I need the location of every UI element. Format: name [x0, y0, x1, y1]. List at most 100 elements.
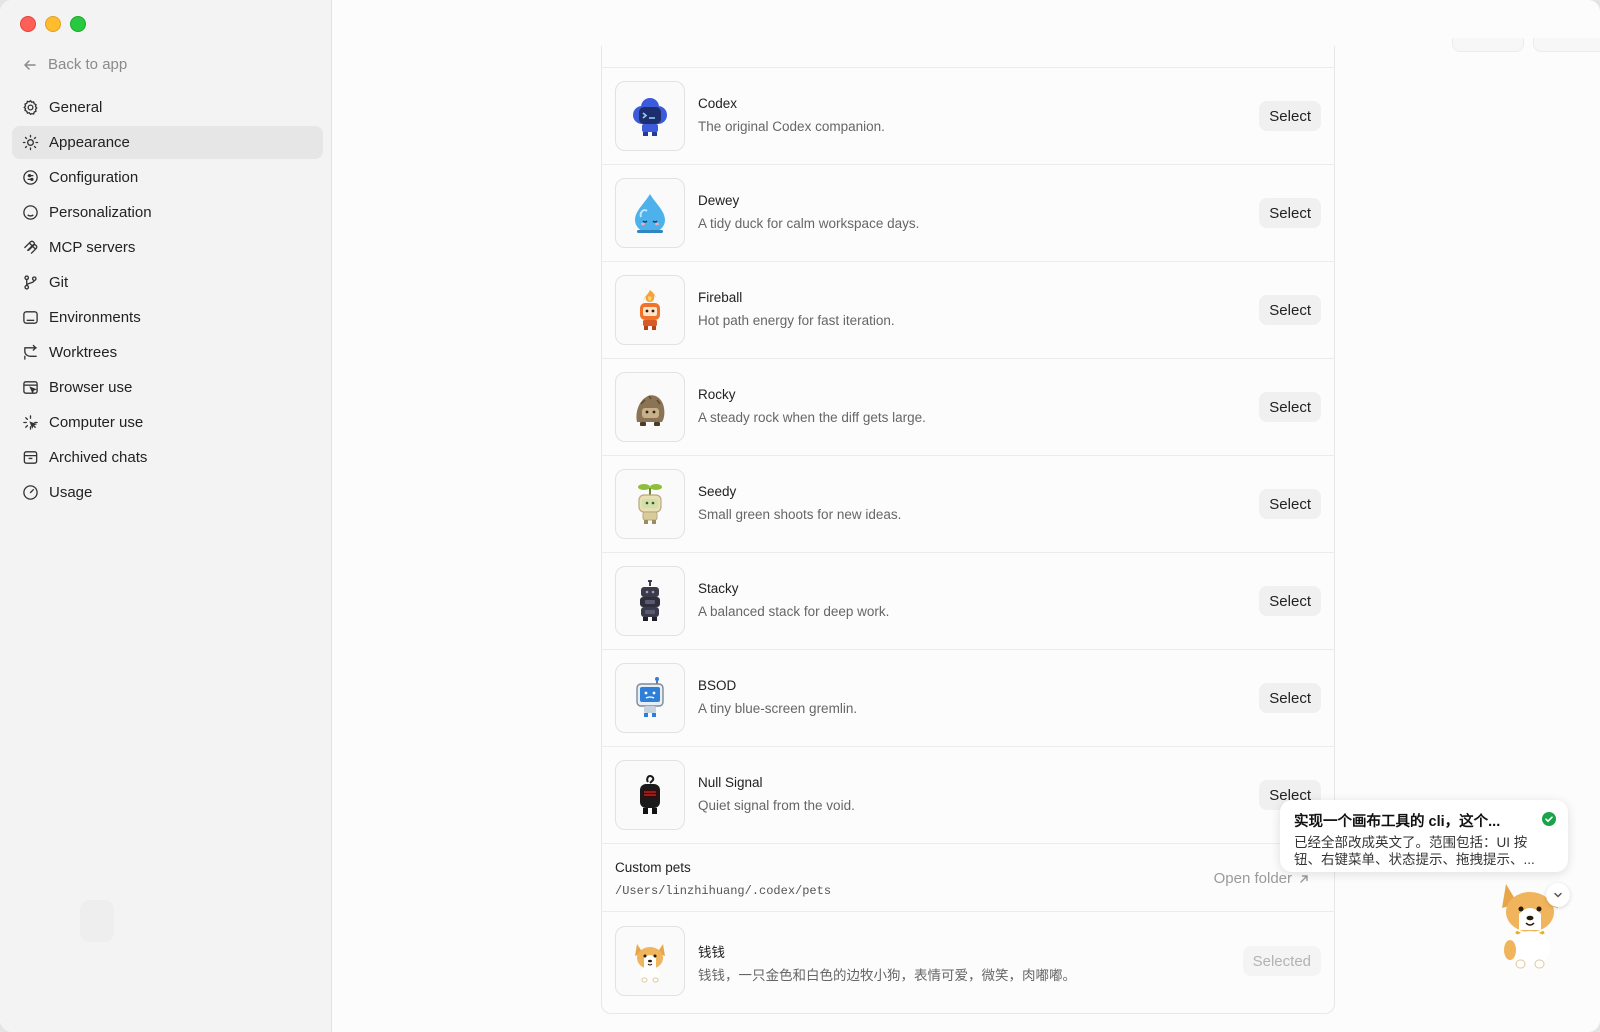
sidebar-item-general[interactable]: General [12, 91, 323, 124]
pet-description: A tiny blue-screen gremlin. [698, 701, 858, 716]
sidebar-item-appearance[interactable]: Appearance [12, 126, 323, 159]
pet-row-null-signal: Null Signal Quiet signal from the void. … [602, 746, 1334, 843]
pet-thumbnail [615, 663, 685, 733]
pet-description: The original Codex companion. [698, 119, 885, 134]
sun-icon [22, 134, 39, 151]
git-branch-icon [24, 275, 37, 290]
pet-description: A balanced stack for deep work. [698, 604, 890, 619]
pet-name: Fireball [698, 290, 743, 305]
worktree-icon [24, 344, 37, 360]
sidebar-item-label: Usage [49, 484, 93, 501]
pet-thumbnail [615, 566, 685, 636]
pet-name: BSOD [698, 678, 737, 693]
pet-thumbnail [615, 275, 685, 345]
clipped-button[interactable] [1452, 38, 1524, 52]
sidebar-item-mcp-servers[interactable]: MCP servers [12, 231, 323, 264]
selected-pet-button[interactable]: Selected [1242, 946, 1321, 976]
pet-description: Quiet signal from the void. [698, 798, 855, 813]
select-pet-button[interactable]: Select [1259, 295, 1321, 325]
user-circle-icon [23, 205, 38, 220]
notification-body: 已经全部改成英文了。范围包括：UI 按钮、右键菜单、状态提示、拖拽提示、... [1294, 835, 1535, 867]
main-content: Codex The original Codex companion. Sele… [333, 0, 1600, 1032]
mcp-icon [24, 240, 38, 254]
back-to-app-link[interactable]: Back to app [22, 56, 127, 73]
pet-thumbnail [615, 926, 685, 996]
select-pet-button[interactable]: Select [1259, 198, 1321, 228]
sidebar-item-usage[interactable]: Usage [12, 476, 323, 509]
pet-name: Dewey [698, 193, 740, 208]
sidebar-item-label: Archived chats [49, 449, 148, 466]
back-to-app-label: Back to app [48, 56, 128, 73]
sidebar-item-label: Environments [49, 309, 141, 326]
sidebar-item-label: Personalization [49, 204, 152, 221]
sidebar-item-archived-chats[interactable]: Archived chats [12, 441, 323, 474]
codex-robot-icon [633, 98, 667, 136]
sidebar-item-label: MCP servers [49, 239, 136, 256]
sidebar-item-worktrees[interactable]: Worktrees [12, 336, 323, 369]
pet-description: Hot path energy for fast iteration. [698, 313, 895, 328]
sidebar-item-browser-use[interactable]: Browser use [12, 371, 323, 404]
pet-thumbnail [615, 469, 685, 539]
pet-name: Rocky [698, 387, 736, 402]
pets-panel: Codex The original Codex companion. Sele… [601, 46, 1335, 1014]
sliders-icon [23, 170, 38, 185]
pet-row-stacky: Stacky A balanced stack for deep work. S… [602, 552, 1334, 649]
pet-thumbnail [615, 178, 685, 248]
collapse-notification-button[interactable] [1546, 883, 1570, 907]
custom-pets-section: Custom pets /Users/linzhihuang/.codex/pe… [602, 843, 1334, 911]
browser-icon [23, 381, 38, 394]
notification-title: 实现一个画布工具的 cli，这个... [1294, 814, 1501, 830]
pet-row-bsod: BSOD A tiny blue-screen gremlin. Select [602, 649, 1334, 746]
sidebar-item-git[interactable]: Git [12, 266, 323, 299]
pet-thumbnail [615, 81, 685, 151]
water-drop-icon [635, 194, 665, 233]
maximize-window-button[interactable] [70, 16, 86, 32]
select-pet-button[interactable]: Select [1259, 586, 1321, 616]
pet-thumbnail [615, 760, 685, 830]
sidebar-item-computer-use[interactable]: Computer use [12, 406, 323, 439]
sidebar-item-label: General [49, 99, 103, 116]
archive-icon [23, 451, 38, 464]
pet-description: A tidy duck for calm workspace days. [698, 216, 920, 231]
gauge-icon [23, 485, 38, 500]
settings-window: Back to app General Appearance Configura… [0, 0, 1600, 1032]
pet-row-rocky: Rocky A steady rock when the diff gets l… [602, 358, 1334, 455]
close-window-button[interactable] [20, 16, 36, 32]
clipped-header-buttons [1452, 38, 1600, 52]
chevron-down-icon [1554, 892, 1562, 898]
arrow-left-icon [24, 59, 36, 70]
stack-robot-icon [640, 580, 660, 621]
pet-row-fireball: Fireball Hot path energy for fast iterat… [602, 261, 1334, 358]
sidebar-item-label: Git [49, 274, 69, 291]
minimize-window-button[interactable] [45, 16, 61, 32]
sidebar-item-label: Computer use [49, 414, 144, 431]
select-pet-button[interactable]: Select [1259, 101, 1321, 131]
fireball-icon [640, 290, 660, 330]
pet-description: Small green shoots for new ideas. [698, 507, 902, 522]
custom-pets-title: Custom pets [615, 860, 691, 875]
clipped-button[interactable] [1533, 38, 1600, 52]
select-pet-button[interactable]: Select [1259, 392, 1321, 422]
custom-pets-path: /Users/linzhihuang/.codex/pets [615, 884, 832, 898]
pet-name: Null Signal [698, 775, 763, 790]
check-circle-icon [1542, 812, 1556, 826]
gear-icon [23, 99, 38, 116]
pet-row-dewey: Dewey A tidy duck for calm workspace day… [602, 164, 1334, 261]
open-folder-link[interactable]: Open folder [1214, 870, 1310, 887]
sidebar-item-environments[interactable]: Environments [12, 301, 323, 334]
pet-name: 钱钱 [698, 945, 725, 960]
window-controls [20, 16, 86, 32]
corgi-icon [635, 944, 665, 983]
select-pet-button[interactable]: Select [1259, 489, 1321, 519]
open-folder-label: Open folder [1213, 870, 1292, 887]
pet-thumbnail [615, 372, 685, 442]
sidebar-item-configuration[interactable]: Configuration [12, 161, 323, 194]
select-pet-button[interactable]: Select [1259, 683, 1321, 713]
task-notification[interactable]: 实现一个画布工具的 cli，这个... 已经全部改成英文了。范围包括：UI 按钮… [1280, 800, 1568, 872]
pet-description: 钱钱，一只金色和白色的边牧小狗，表情可爱，微笑，肉嘟嘟。 [698, 968, 1076, 983]
pet-description: A steady rock when the diff gets large. [698, 410, 926, 425]
rock-icon [636, 395, 665, 426]
sidebar-item-personalization[interactable]: Personalization [12, 196, 323, 229]
sidebar: Back to app General Appearance Configura… [0, 0, 332, 1032]
bsod-monitor-icon [636, 677, 664, 717]
